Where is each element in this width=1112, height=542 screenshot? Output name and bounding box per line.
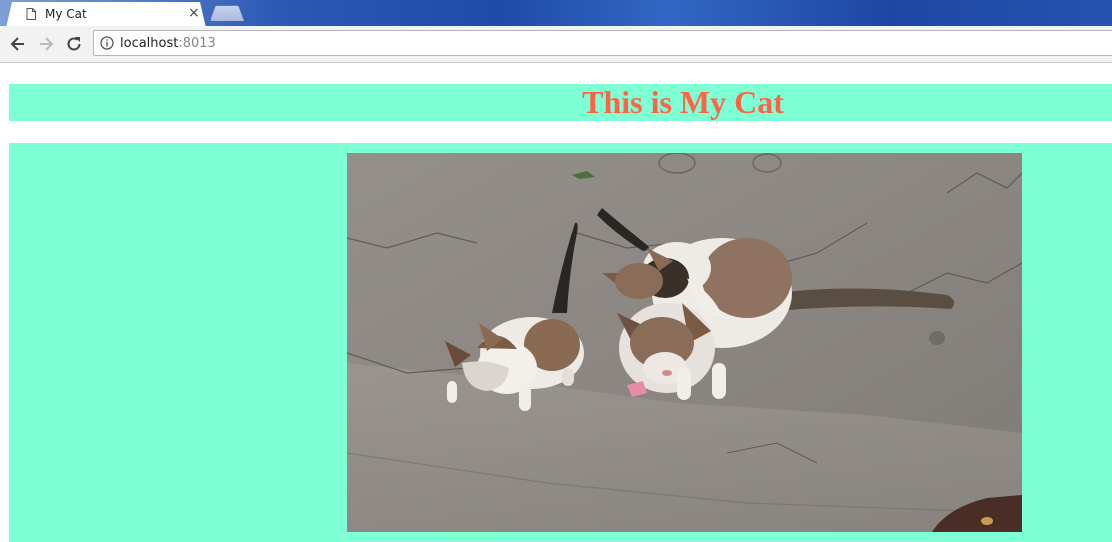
page-title: This is My Cat (582, 84, 784, 120)
browser-tab[interactable]: My Cat × (6, 2, 206, 26)
url-text: localhost:8013 (120, 36, 216, 51)
title-banner: This is My Cat (9, 84, 1112, 121)
address-bar[interactable]: localhost:8013 (93, 30, 1112, 56)
browser-tabstrip: My Cat × (0, 0, 1112, 26)
tab-title: My Cat (45, 7, 87, 21)
info-icon[interactable] (100, 36, 114, 50)
url-host: localhost (120, 36, 179, 51)
page-icon (26, 8, 36, 20)
new-tab-button[interactable] (210, 5, 244, 21)
cat-photo (347, 153, 1022, 532)
arrow-left-icon[interactable] (8, 34, 28, 54)
url-port: :8013 (178, 36, 216, 51)
image-section (9, 143, 1112, 542)
close-tab-icon[interactable]: × (188, 5, 200, 21)
arrow-right-icon[interactable] (36, 34, 56, 54)
reload-icon[interactable] (64, 34, 84, 54)
browser-toolbar: localhost:8013 (0, 26, 1112, 63)
